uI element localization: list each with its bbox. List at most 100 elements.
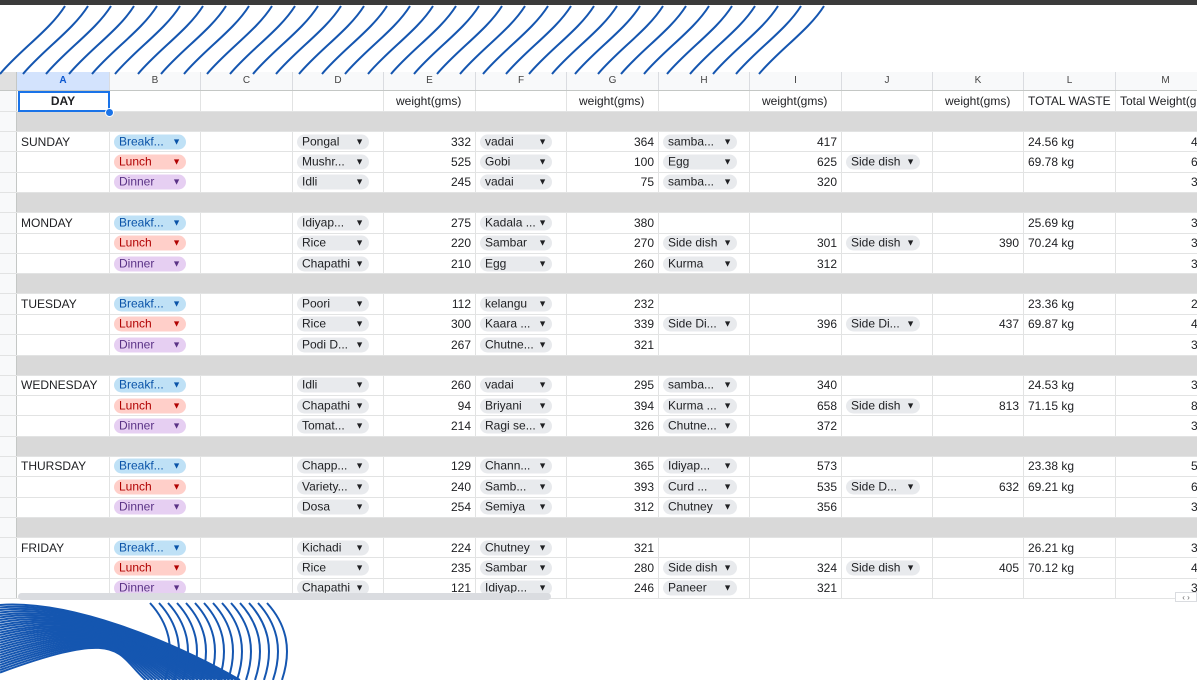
cell-b[interactable]: Breakf... ▼ bbox=[110, 375, 201, 395]
cell-i[interactable]: 320 bbox=[750, 172, 842, 193]
dish-dropdown[interactable]: Kurma ... ▼ bbox=[663, 398, 737, 414]
dish-dropdown[interactable]: Egg ▼ bbox=[663, 154, 737, 170]
cell-d[interactable] bbox=[293, 91, 384, 111]
dropdown-arrow-icon[interactable]: ▼ bbox=[355, 215, 364, 230]
cell-d[interactable]: Poori ▼ bbox=[293, 294, 384, 314]
cell-g[interactable]: 232 bbox=[567, 294, 659, 314]
row-header[interactable] bbox=[0, 112, 17, 131]
row-header[interactable] bbox=[0, 233, 17, 253]
cell-i[interactable]: 658 bbox=[750, 396, 842, 416]
dropdown-arrow-icon[interactable]: ▼ bbox=[355, 500, 364, 515]
cell-h[interactable]: Curd ... ▼ bbox=[659, 477, 750, 497]
column-header-j[interactable]: J bbox=[842, 72, 933, 90]
dish-dropdown[interactable]: Curd ... ▼ bbox=[663, 479, 737, 495]
cell-j[interactable] bbox=[842, 538, 933, 558]
dish-dropdown[interactable]: Gobi ▼ bbox=[480, 154, 552, 170]
dish-dropdown[interactable]: Variety... ▼ bbox=[297, 479, 369, 495]
dropdown-arrow-icon[interactable]: ▼ bbox=[906, 317, 915, 332]
cell-l[interactable] bbox=[1024, 254, 1116, 274]
cell-f[interactable]: Chutne... ▼ bbox=[476, 335, 567, 355]
cell-i[interactable]: 396 bbox=[750, 314, 842, 335]
dropdown-arrow-icon[interactable]: ▼ bbox=[355, 236, 364, 251]
dropdown-arrow-icon[interactable]: ▼ bbox=[538, 236, 547, 251]
cell-d[interactable]: Dosa ▼ bbox=[293, 497, 384, 517]
cell-m[interactable]: 321 bbox=[1116, 335, 1197, 354]
cell-f[interactable]: Ragi se... ▼ bbox=[476, 416, 567, 436]
cell-j[interactable] bbox=[842, 254, 933, 274]
row-header[interactable] bbox=[0, 91, 17, 111]
row-header[interactable] bbox=[0, 274, 17, 294]
row-header[interactable] bbox=[0, 416, 17, 436]
cell-j[interactable]: Side Di... ▼ bbox=[842, 314, 933, 335]
dropdown-arrow-icon[interactable]: ▼ bbox=[355, 378, 364, 393]
cell-i[interactable]: 356 bbox=[750, 497, 842, 517]
meal-type-chip[interactable]: Lunch ▼ bbox=[114, 316, 186, 332]
cell-e[interactable]: 267 bbox=[384, 335, 476, 355]
dish-dropdown[interactable]: Kadala ... ▼ bbox=[480, 215, 552, 231]
cell-k[interactable] bbox=[933, 497, 1024, 517]
dropdown-arrow-icon[interactable]: ▼ bbox=[172, 215, 181, 230]
dropdown-arrow-icon[interactable]: ▼ bbox=[538, 317, 547, 332]
column-header-i[interactable]: I bbox=[750, 72, 842, 90]
cell-g[interactable]: 100 bbox=[567, 152, 659, 172]
cell-i[interactable]: 535 bbox=[750, 477, 842, 497]
cell-g[interactable]: 380 bbox=[567, 213, 659, 233]
cell-h[interactable] bbox=[659, 213, 750, 233]
dropdown-arrow-icon[interactable]: ▼ bbox=[172, 419, 181, 434]
dropdown-arrow-icon[interactable]: ▼ bbox=[723, 155, 732, 170]
dropdown-arrow-icon[interactable]: ▼ bbox=[538, 175, 547, 190]
row-header[interactable] bbox=[0, 477, 17, 497]
cell-f[interactable]: kelangu ▼ bbox=[476, 294, 567, 314]
cell-i[interactable]: 625 bbox=[750, 152, 842, 172]
cell-f[interactable]: Sambar ▼ bbox=[476, 233, 567, 253]
cell-m[interactable]: 390 bbox=[1116, 234, 1197, 253]
select-all-corner[interactable] bbox=[0, 72, 17, 90]
cell-f[interactable]: vadai ▼ bbox=[476, 172, 567, 193]
cell-e[interactable]: 240 bbox=[384, 477, 476, 497]
cell-m[interactable]: 437 bbox=[1116, 315, 1197, 334]
dish-dropdown[interactable]: Chutne... ▼ bbox=[480, 337, 552, 353]
row-header[interactable] bbox=[0, 132, 17, 152]
cell-e[interactable]: 332 bbox=[384, 132, 476, 152]
cell-e[interactable]: 300 bbox=[384, 314, 476, 335]
meal-type-chip[interactable]: Breakf... ▼ bbox=[114, 540, 186, 556]
cell-g[interactable]: 393 bbox=[567, 477, 659, 497]
row-header[interactable] bbox=[0, 558, 17, 578]
cell-i[interactable] bbox=[750, 213, 842, 233]
cell-c[interactable] bbox=[201, 477, 293, 497]
dropdown-arrow-icon[interactable]: ▼ bbox=[723, 256, 732, 271]
cell-m[interactable]: 405 bbox=[1116, 558, 1197, 577]
dropdown-arrow-icon[interactable]: ▼ bbox=[355, 297, 364, 312]
cell-a[interactable] bbox=[17, 314, 110, 335]
cell-i[interactable]: 372 bbox=[750, 416, 842, 436]
meal-type-chip[interactable]: Dinner ▼ bbox=[114, 174, 186, 190]
cell-a[interactable]: DAY bbox=[17, 91, 110, 111]
cell-e[interactable]: weight(gms) bbox=[384, 91, 476, 111]
cell-h[interactable]: Side Di... ▼ bbox=[659, 314, 750, 335]
cell-i[interactable] bbox=[750, 294, 842, 314]
cell-g[interactable]: 326 bbox=[567, 416, 659, 436]
dish-dropdown[interactable]: Paneer ▼ bbox=[663, 580, 737, 596]
cell-g[interactable]: 260 bbox=[567, 254, 659, 274]
cell-j[interactable] bbox=[842, 294, 933, 314]
cell-c[interactable] bbox=[201, 396, 293, 416]
cell-j[interactable]: Side dish ▼ bbox=[842, 396, 933, 416]
cell-g[interactable]: 321 bbox=[567, 335, 659, 355]
cell-h[interactable]: Egg ▼ bbox=[659, 152, 750, 172]
cell-k[interactable] bbox=[933, 254, 1024, 274]
cell-m[interactable]: 573 bbox=[1116, 457, 1197, 476]
cell-b[interactable]: Breakf... ▼ bbox=[110, 132, 201, 152]
cell-g[interactable]: 394 bbox=[567, 396, 659, 416]
cell-m[interactable]: 372 bbox=[1116, 416, 1197, 435]
cell-c[interactable] bbox=[201, 497, 293, 517]
dropdown-arrow-icon[interactable]: ▼ bbox=[538, 459, 547, 474]
cell-h[interactable]: Side dish ▼ bbox=[659, 558, 750, 578]
dropdown-arrow-icon[interactable]: ▼ bbox=[538, 561, 547, 576]
meal-type-chip[interactable]: Breakf... ▼ bbox=[114, 458, 186, 474]
cell-m[interactable]: Total Weight(gms) bbox=[1116, 91, 1197, 111]
dish-dropdown[interactable]: Rice ▼ bbox=[297, 560, 369, 576]
cell-b[interactable]: Breakf... ▼ bbox=[110, 538, 201, 558]
cell-i[interactable]: 417 bbox=[750, 132, 842, 152]
dropdown-arrow-icon[interactable]: ▼ bbox=[355, 175, 364, 190]
cell-l[interactable]: 70.12 kg bbox=[1024, 558, 1116, 578]
